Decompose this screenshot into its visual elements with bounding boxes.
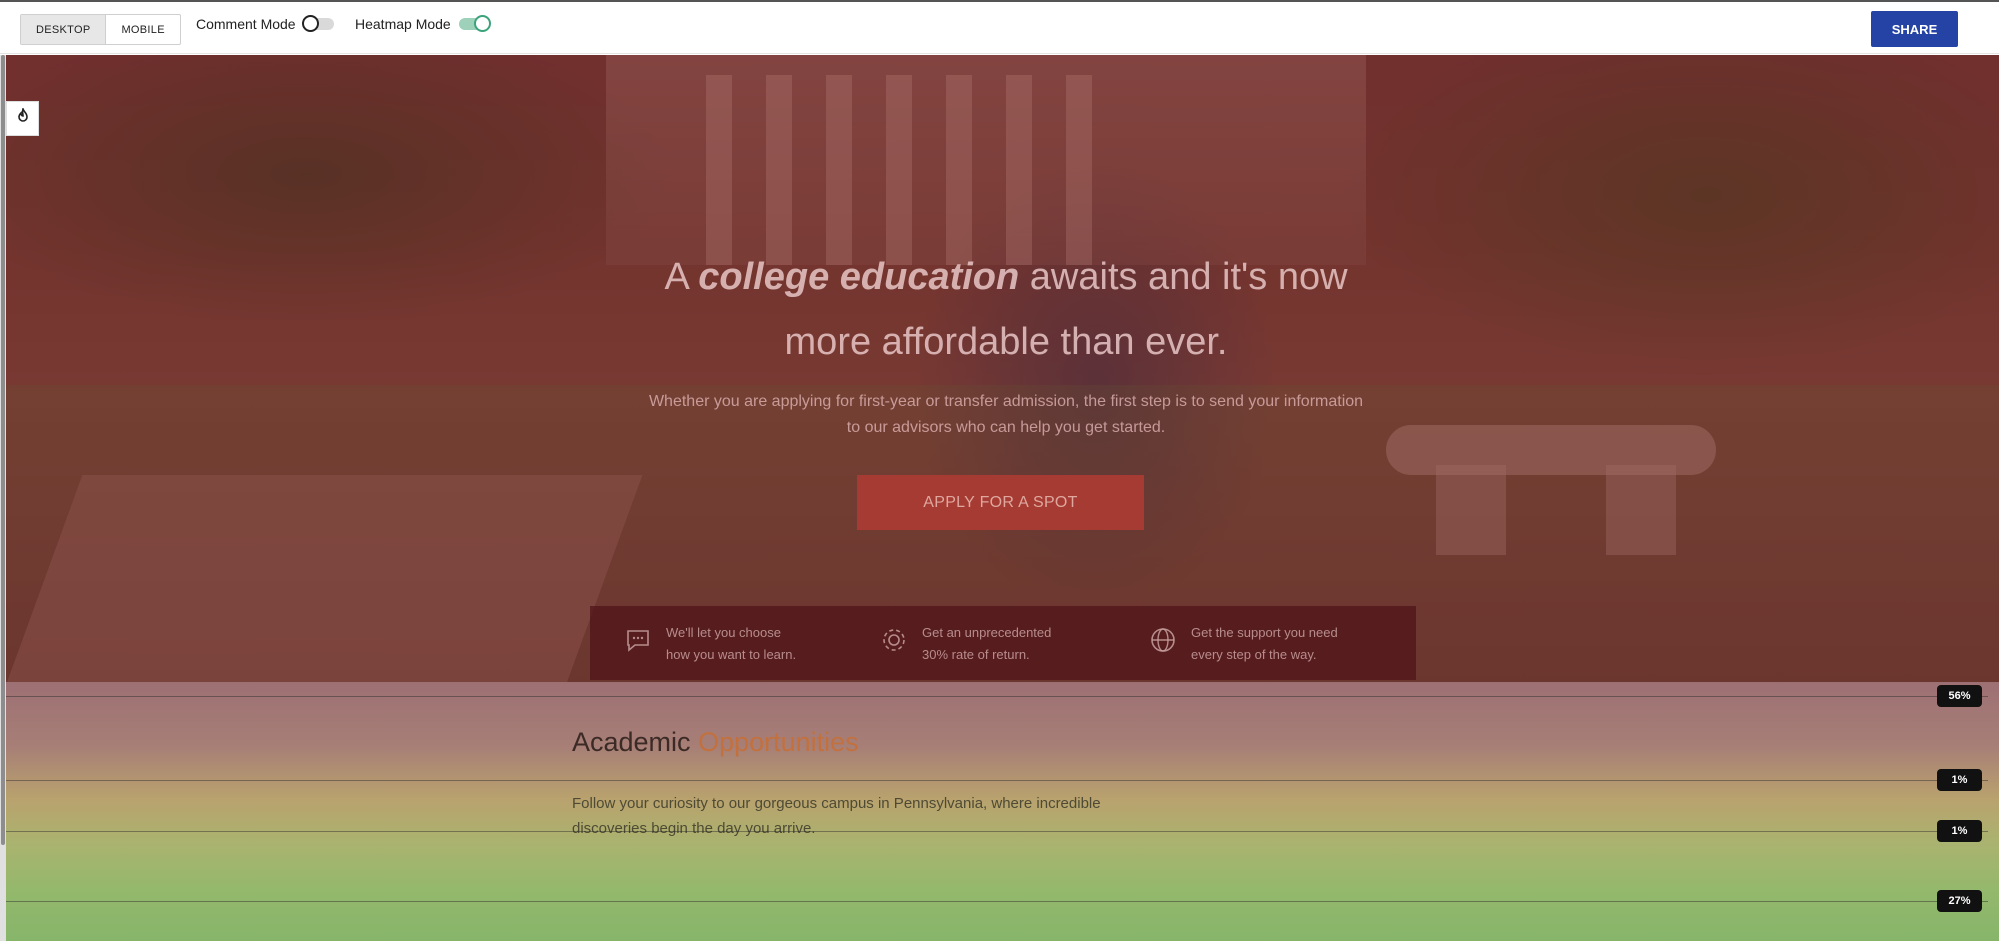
- hero-section: A college education awaits and it's now …: [6, 55, 1999, 682]
- apply-button[interactable]: APPLY FOR A SPOT: [857, 475, 1144, 530]
- chat-icon: [624, 626, 652, 654]
- top-toolbar: DESKTOP MOBILE Comment Mode Heatmap Mode…: [0, 0, 1999, 54]
- comment-mode-group: Comment Mode: [196, 15, 334, 32]
- academic-title: Academic Opportunities: [572, 727, 859, 757]
- hero-title-emphasis: college education: [698, 256, 1020, 298]
- mobile-tab[interactable]: MOBILE: [105, 15, 179, 44]
- scroll-percent-badge: 56%: [1937, 685, 1982, 707]
- scroll-percent-badge: 1%: [1937, 820, 1982, 842]
- share-button[interactable]: SHARE: [1871, 11, 1958, 47]
- heatmap-mode-label: Heatmap Mode: [355, 16, 451, 32]
- academic-body: Follow your curiosity to our gorgeous ca…: [572, 795, 1101, 837]
- gear-icon: [880, 626, 908, 654]
- heatmap-mode-group: Heatmap Mode: [355, 15, 491, 32]
- comment-mode-toggle[interactable]: [301, 15, 334, 32]
- academic-title-accent: Opportunities: [698, 727, 859, 757]
- scroll-percent-badge: 27%: [1937, 890, 1982, 912]
- comment-mode-label: Comment Mode: [196, 16, 296, 32]
- scrollbar-thumb[interactable]: [1, 55, 5, 845]
- scroll-percent-badge: 1%: [1937, 769, 1982, 791]
- features-bar: We'll let you choose how you want to lear…: [590, 606, 1416, 680]
- heatmap-line: [6, 780, 1988, 781]
- heatmap-line: [6, 831, 1988, 832]
- desktop-tab[interactable]: DESKTOP: [21, 15, 106, 44]
- hero-subtitle: Whether you are applying for first-year …: [648, 393, 1364, 436]
- heatmap-line: [6, 901, 1988, 902]
- heatmap-line: [6, 696, 1988, 697]
- hero-title: A college education awaits and it's now …: [664, 256, 1348, 363]
- device-switcher: DESKTOP MOBILE: [20, 14, 181, 45]
- feature-item: Get the support you need every step of th…: [1149, 622, 1338, 666]
- feature-item: We'll let you choose how you want to lear…: [624, 622, 796, 666]
- heatmap-tool-button[interactable]: [6, 101, 39, 136]
- heatmap-mode-toggle[interactable]: [458, 15, 491, 32]
- feature-item: Get an unprecedented 30% rate of return.: [880, 622, 1051, 666]
- flame-icon: [16, 106, 30, 129]
- globe-icon: [1149, 626, 1177, 654]
